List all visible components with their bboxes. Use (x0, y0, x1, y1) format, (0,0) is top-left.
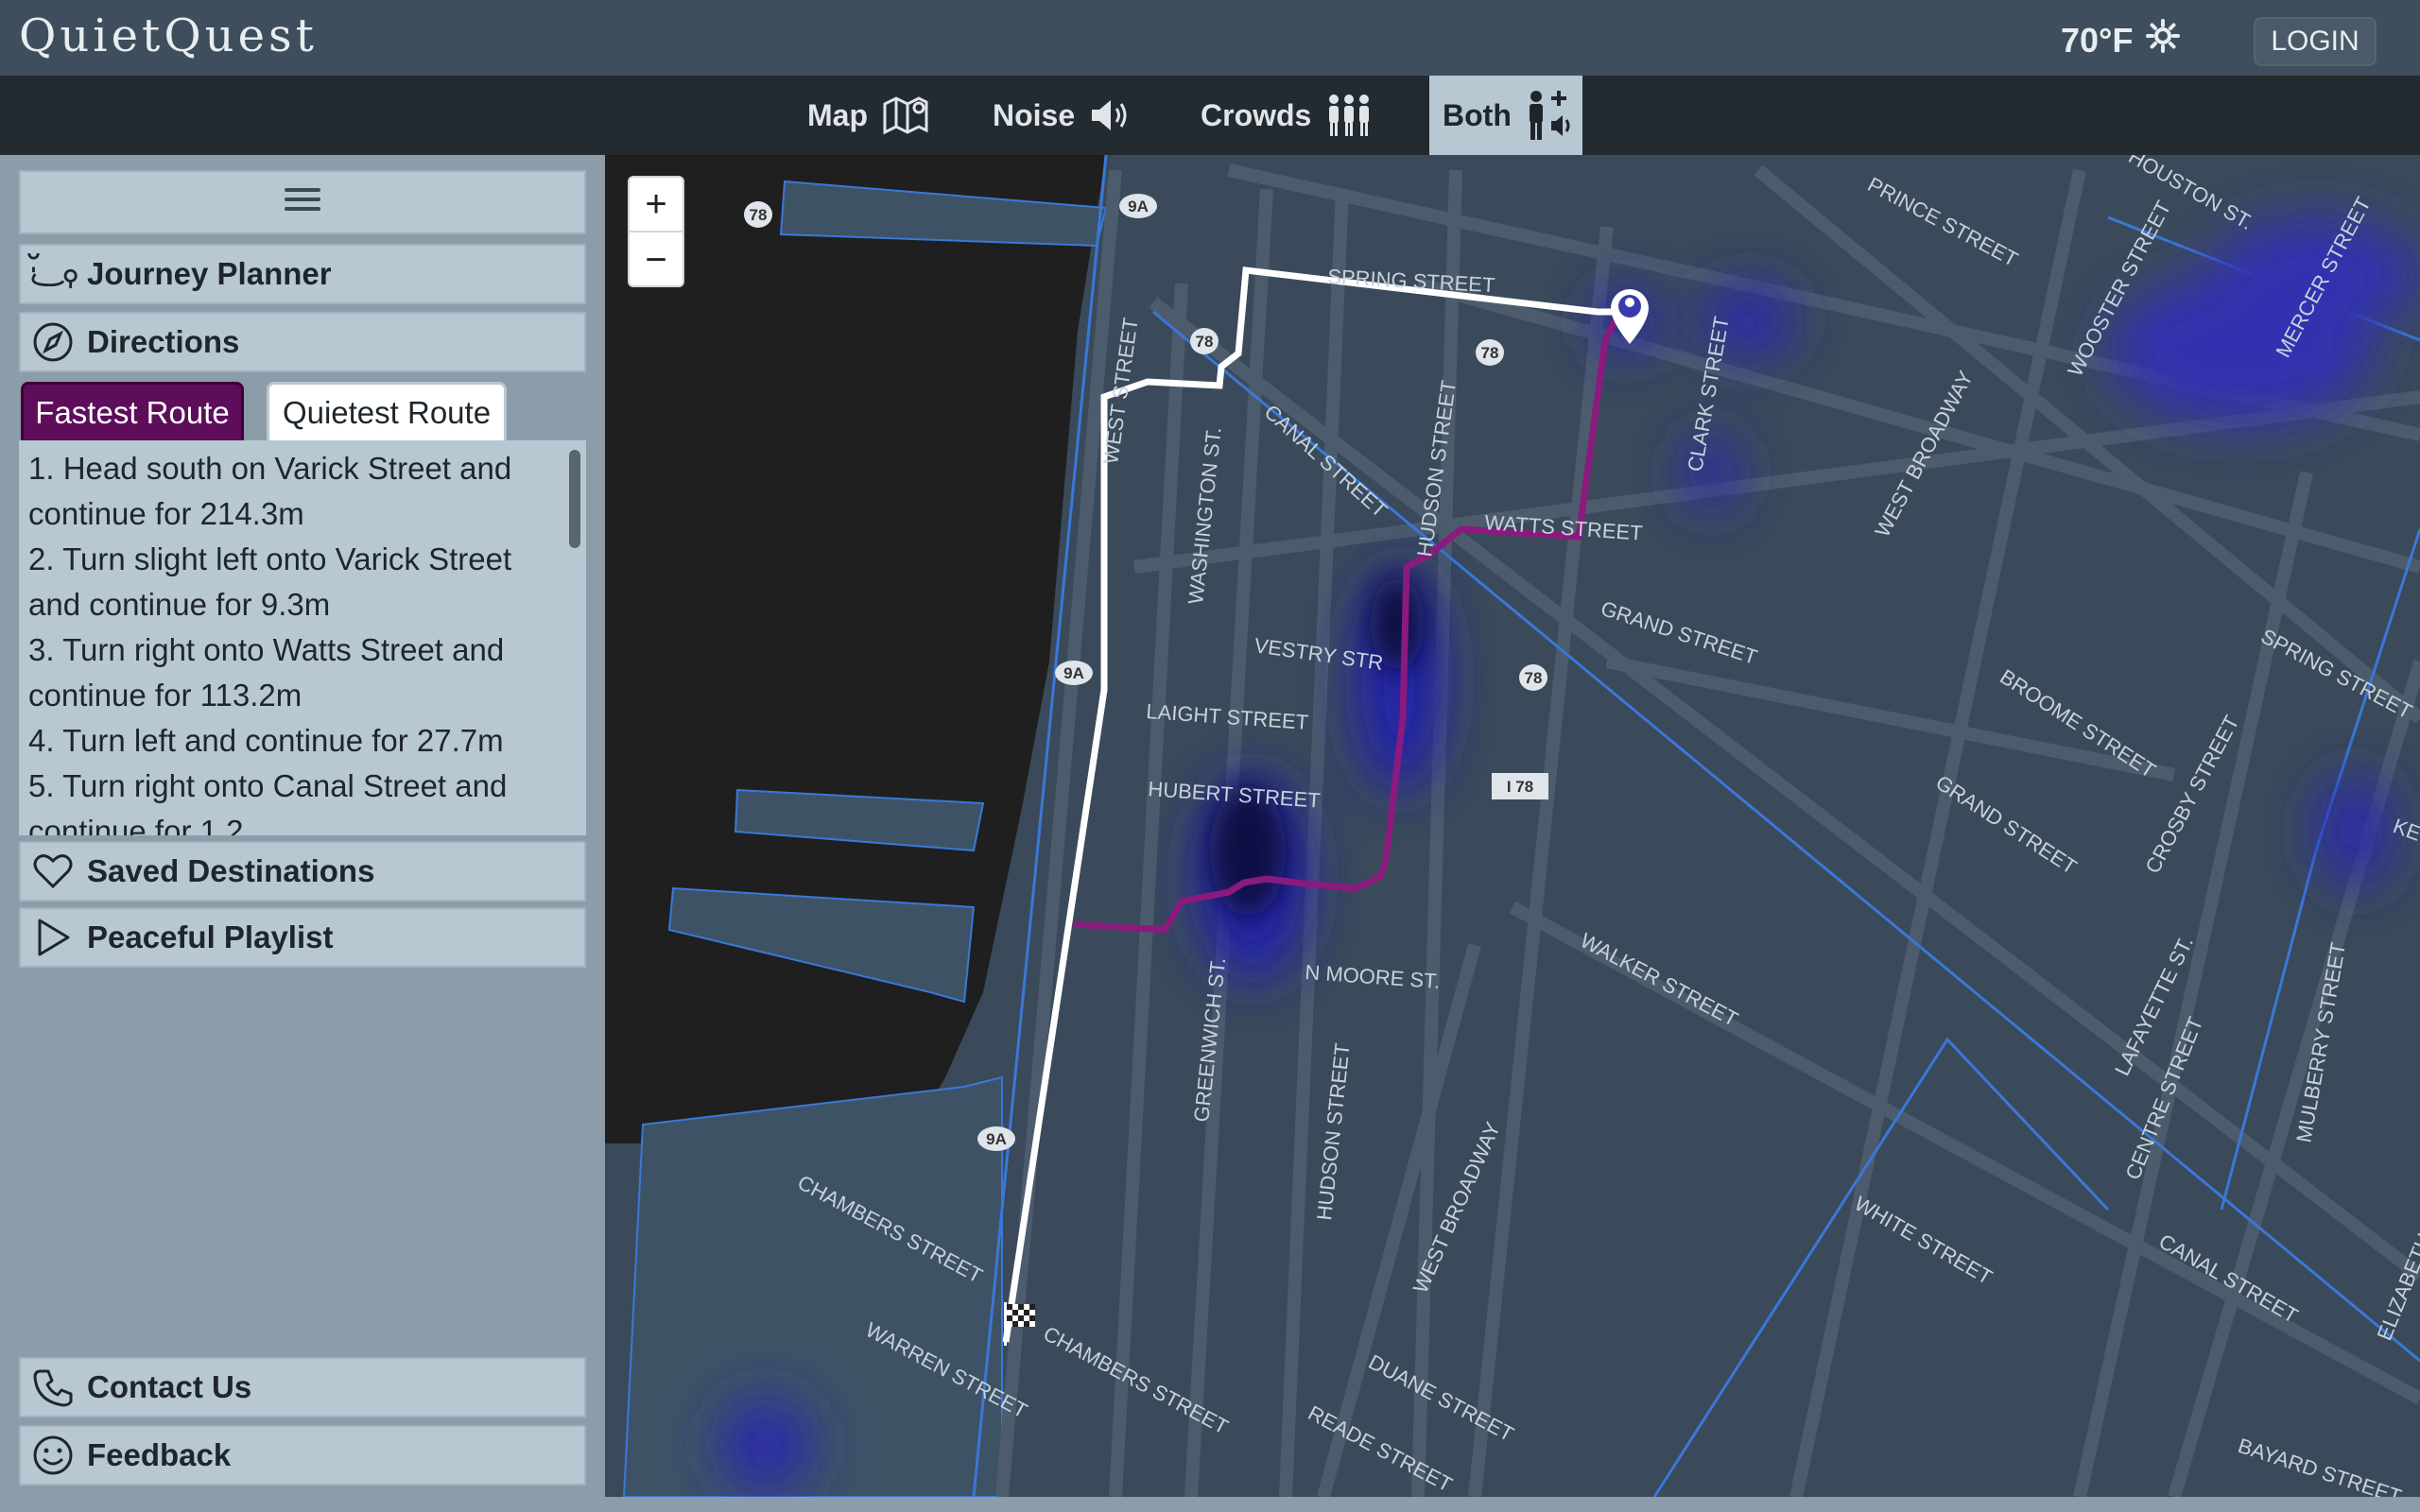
saved-destinations-label: Saved Destinations (87, 853, 375, 888)
svg-text:9A: 9A (986, 1130, 1007, 1148)
contact-us-button[interactable]: Contact Us (19, 1357, 586, 1418)
play-icon (26, 911, 79, 964)
direction-step: 4. Turn left and continue for 27.7m (28, 723, 504, 758)
bottom-strip (605, 1497, 2420, 1512)
svg-text:78: 78 (750, 206, 768, 224)
route-icon (26, 248, 79, 301)
app-root: QuietQuest 70°F LOGIN Map Noise Crowds B… (0, 0, 2420, 1512)
tab-noise[interactable]: Noise (979, 76, 1147, 155)
feedback-label: Feedback (87, 1437, 232, 1472)
contact-us-label: Contact Us (87, 1369, 252, 1404)
sun-icon (2146, 19, 2181, 61)
svg-text:78: 78 (1196, 333, 1214, 351)
people-icon (1324, 93, 1374, 138)
tab-fastest-route[interactable]: Fastest Route (21, 382, 244, 440)
shield-marker: 78 (1476, 339, 1504, 366)
sidebar: Journey Planner Directions Fastest Route… (0, 155, 605, 1512)
shield-marker: 78 (1519, 664, 1547, 691)
shield-marker: 9A (977, 1126, 1015, 1151)
tab-both[interactable]: Both (1429, 76, 1582, 155)
directions-label: Directions (87, 324, 240, 359)
feedback-button[interactable]: Feedback (19, 1425, 586, 1486)
tab-quietest-route[interactable]: Quietest Route (267, 382, 507, 440)
directions-button[interactable]: Directions (19, 312, 586, 372)
login-button[interactable]: LOGIN (2254, 17, 2377, 66)
temperature: 70°F (2061, 20, 2134, 60)
tab-crowds[interactable]: Crowds (1187, 76, 1387, 155)
journey-planner-label: Journey Planner (87, 256, 332, 291)
direction-step: 1. Head south on Varick Street and conti… (28, 451, 512, 531)
tab-noise-label: Noise (993, 97, 1076, 132)
mode-nav: Map Noise Crowds Both (0, 76, 2420, 155)
saved-destinations-button[interactable]: Saved Destinations (19, 841, 586, 902)
peaceful-playlist-button[interactable]: Peaceful Playlist (19, 907, 586, 968)
svg-text:9A: 9A (1063, 664, 1084, 682)
app-logo[interactable]: QuietQuest (19, 9, 318, 62)
shield-marker: 9A (1055, 661, 1093, 685)
smiley-icon (26, 1429, 79, 1482)
compass-icon (26, 316, 79, 369)
directions-panel[interactable]: 1. Head south on Varick Street and conti… (19, 440, 586, 835)
direction-step: 2. Turn slight left onto Varick Street a… (28, 541, 512, 622)
shield-marker: 9A (1119, 194, 1157, 218)
journey-planner-button[interactable]: Journey Planner (19, 244, 586, 304)
shield-marker: 78 (1190, 328, 1219, 354)
svg-text:78: 78 (1481, 344, 1499, 362)
peaceful-playlist-label: Peaceful Playlist (87, 919, 334, 954)
direction-step: 3. Turn right onto Watts Street and cont… (28, 632, 505, 713)
shield-marker: 78 (744, 201, 772, 228)
map-canvas[interactable]: 78 9A 78 78 9A 78 I 78 9A SPRING STREET … (605, 155, 2420, 1497)
svg-text:I 78: I 78 (1507, 778, 1533, 796)
zoom-control: + − (628, 176, 684, 287)
top-header: QuietQuest 70°F LOGIN (0, 0, 2420, 76)
directions-list: 1. Head south on Varick Street and conti… (19, 440, 586, 835)
zoom-out-button[interactable]: − (630, 232, 683, 287)
direction-step: 5. Turn right onto Canal Street and cont… (28, 768, 508, 835)
phone-icon (26, 1361, 79, 1414)
tab-map-label: Map (807, 97, 868, 132)
svg-text:9A: 9A (1128, 198, 1149, 215)
hamburger-icon (285, 184, 320, 220)
svg-text:78: 78 (1525, 669, 1543, 687)
person-noise-icon (1525, 89, 1574, 142)
map-icon (881, 94, 930, 136)
speaker-icon (1088, 96, 1133, 134)
weather-widget: 70°F (2061, 19, 2181, 61)
tab-map[interactable]: Map (794, 76, 943, 155)
zoom-in-button[interactable]: + (630, 178, 683, 232)
map-view[interactable]: 78 9A 78 78 9A 78 I 78 9A SPRING STREET … (605, 155, 2420, 1497)
shield-marker: I 78 (1492, 773, 1548, 799)
tab-crowds-label: Crowds (1201, 97, 1312, 132)
heart-icon (26, 845, 79, 898)
directions-scrollbar[interactable] (569, 450, 580, 548)
menu-toggle-button[interactable] (19, 170, 586, 234)
tab-both-label: Both (1443, 97, 1512, 132)
